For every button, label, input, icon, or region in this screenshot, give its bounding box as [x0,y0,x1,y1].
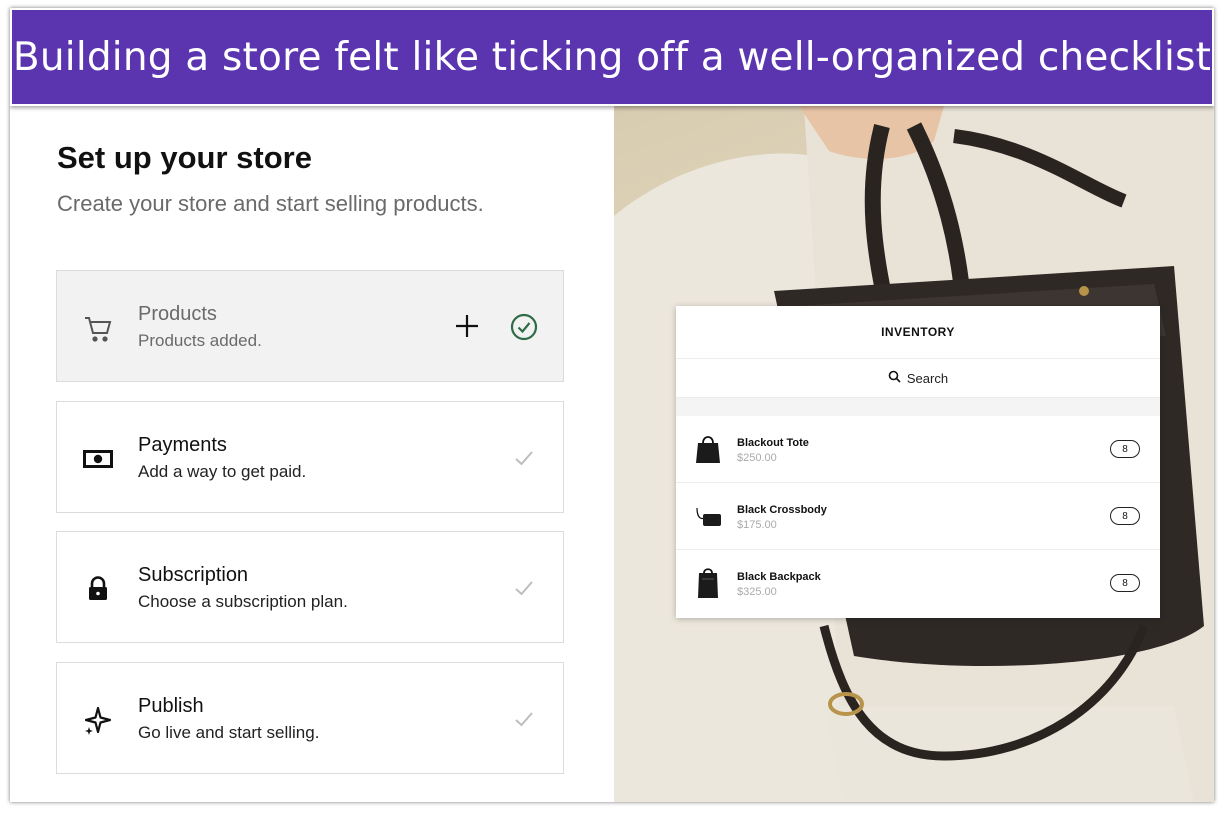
step-publish[interactable]: Publish Go live and start selling. [56,662,564,774]
quantity-badge: 8 [1110,440,1140,458]
cash-icon [81,442,115,476]
check-circle-icon [510,313,538,341]
step-payments[interactable]: Payments Add a way to get paid. [56,401,564,513]
inventory-item[interactable]: Blackout Tote $250.00 8 [676,416,1160,483]
quantity-badge: 8 [1110,574,1140,592]
step-description: Add a way to get paid. [138,462,307,481]
checkmark-icon [513,708,535,730]
item-price: $250.00 [737,452,777,464]
inventory-card: INVENTORY Search Blackout Tote $250.00 8 [676,306,1160,618]
step-products[interactable]: Products Products added. [56,270,564,382]
step-description: Go live and start selling. [138,723,320,742]
crossbody-thumbnail-icon [694,500,722,532]
page-subtitle: Create your store and start selling prod… [57,191,484,216]
item-name: Blackout Tote [737,437,809,449]
quantity-badge: 8 [1110,507,1140,525]
inventory-item[interactable]: Black Backpack $325.00 8 [676,550,1160,616]
caption-banner: Building a store felt like ticking off a… [10,8,1214,106]
inventory-header: INVENTORY [676,306,1160,359]
search-icon [888,370,901,386]
item-name: Black Crossbody [737,504,827,516]
item-name: Black Backpack [737,571,821,583]
search-label: Search [906,370,949,386]
sparkle-icon [81,703,115,737]
search-button[interactable]: Search [676,359,1160,398]
item-price: $175.00 [737,519,777,531]
step-name: Products [138,303,217,325]
step-description: Choose a subscription plan. [138,592,348,611]
checkmark-icon [513,447,535,469]
step-name: Publish [138,695,204,717]
setup-panel: Set up your store Create your store and … [10,106,614,802]
item-price: $325.00 [737,586,777,598]
step-name: Payments [138,434,227,456]
step-subscription[interactable]: Subscription Choose a subscription plan. [56,531,564,643]
caption-text: Building a store felt like ticking off a… [12,34,1212,80]
add-product-button[interactable] [454,313,480,339]
screenshot-frame: Building a store felt like ticking off a… [10,8,1214,802]
inventory-divider [676,398,1160,416]
backpack-thumbnail-icon [694,567,722,599]
checkmark-icon [513,577,535,599]
cart-icon [81,311,115,345]
lock-icon [81,572,115,606]
step-description: Products added. [138,331,262,350]
page-title: Set up your store [57,140,312,175]
inventory-item[interactable]: Black Crossbody $175.00 8 [676,483,1160,550]
step-name: Subscription [138,564,249,586]
tote-thumbnail-icon [694,433,722,465]
